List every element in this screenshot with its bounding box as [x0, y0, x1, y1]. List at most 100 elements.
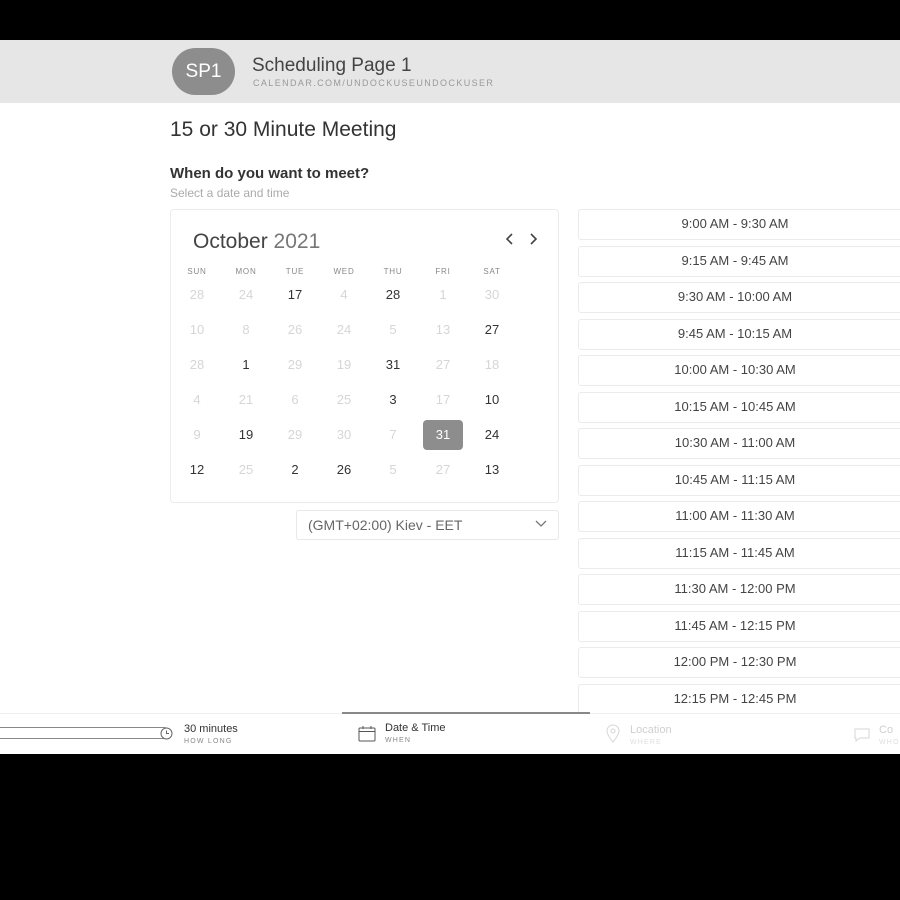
calendar-day: 30	[336, 427, 352, 442]
calendar-day[interactable]: 31	[373, 350, 413, 380]
step-location-sub: WHERE	[630, 739, 663, 746]
time-slot-label: 10:15 AM - 10:45 AM	[674, 398, 796, 414]
question-hint: Select a date and time	[170, 186, 290, 200]
calendar-day: 10	[189, 322, 205, 337]
calendar-day: 27	[435, 357, 451, 372]
weekday-header: FRI	[435, 267, 451, 276]
time-slot-button[interactable]: 11:15 AM - 11:45 AM	[578, 537, 900, 569]
step-contact-title[interactable]: Co	[879, 724, 893, 736]
calendar-day: 18	[484, 357, 500, 372]
time-slot-label: 9:30 AM - 10:00 AM	[677, 289, 793, 304]
time-slot-button[interactable]: 11:45 AM - 12:15 PM	[578, 610, 900, 642]
weekday-header: WED	[333, 267, 355, 276]
time-slot-button[interactable]: 10:00 AM - 10:30 AM	[578, 355, 900, 386]
time-slot-label: 9:45 AM - 10:15 AM	[677, 325, 793, 341]
timezone-select[interactable]: (GMT+02:00) Kiev - EET	[296, 510, 559, 540]
calendar-day: 8	[242, 322, 250, 337]
calendar-day[interactable]: 19	[226, 420, 266, 450]
step-location-title[interactable]: Location	[630, 724, 672, 736]
calendar-day: 30	[484, 287, 500, 302]
time-slot-label: 9:00 AM - 9:30 AM	[681, 216, 789, 231]
timezone-label: (GMT+02:00) Kiev - EET	[308, 517, 463, 533]
time-slot-button[interactable]: 9:30 AM - 10:00 AM	[578, 282, 900, 313]
time-slot-button[interactable]: 10:30 AM - 11:00 AM	[578, 428, 900, 459]
time-slot-button[interactable]: 10:15 AM - 10:45 AM	[578, 391, 900, 423]
calendar-month: October	[193, 230, 268, 253]
calendar-day: 24	[336, 322, 352, 337]
time-slot-button[interactable]: 11:00 AM - 11:30 AM	[578, 501, 900, 532]
calendar-day[interactable]: 27	[472, 315, 512, 345]
time-slot-label: 12:00 PM - 12:30 PM	[673, 654, 797, 669]
time-slot-button[interactable]: 10:45 AM - 11:15 AM	[578, 464, 900, 496]
scheduling-window: SP1 Scheduling Page 1 CALENDAR.COM/UNDOC…	[0, 40, 900, 754]
time-slot-label: 10:30 AM - 11:00 AM	[674, 435, 796, 450]
calendar-day-selected[interactable]: 31	[423, 420, 463, 450]
clock-icon	[160, 727, 173, 740]
calendar-day: 24	[238, 287, 254, 302]
chat-icon	[853, 727, 871, 748]
weekday-header: MON	[235, 267, 257, 276]
active-step-indicator	[342, 712, 590, 714]
booking-steps: 30 minutes HOW LONG Date & Time WHEN Loc…	[0, 712, 900, 754]
calendar-day[interactable]: 2	[275, 455, 315, 485]
location-pin-icon	[605, 724, 621, 748]
time-slot-button[interactable]: 9:45 AM - 10:15 AM	[578, 318, 900, 350]
chevron-left-icon[interactable]	[505, 232, 515, 251]
calendar-day: 1	[439, 287, 447, 302]
time-slot-button[interactable]: 9:00 AM - 9:30 AM	[578, 209, 900, 240]
step-duration-sub: HOW LONG	[184, 738, 233, 745]
calendar-day: 9	[193, 427, 201, 442]
calendar-day[interactable]: 26	[324, 455, 364, 485]
step-contact-sub: WHO	[879, 739, 900, 746]
duration-slider-track[interactable]	[0, 727, 170, 739]
time-slot-button[interactable]: 12:00 PM - 12:30 PM	[578, 647, 900, 678]
calendar-day: 5	[389, 322, 397, 337]
calendar-day: 25	[336, 392, 352, 407]
calendar-day: 7	[389, 427, 397, 442]
time-slot-label: 9:15 AM - 9:45 AM	[681, 252, 789, 268]
calendar-day[interactable]: 13	[472, 455, 512, 485]
time-slot-button[interactable]: 9:15 AM - 9:45 AM	[578, 245, 900, 277]
calendar-day[interactable]: 3	[373, 385, 413, 415]
calendar-day[interactable]: 10	[472, 385, 512, 415]
step-datetime-title[interactable]: Date & Time	[385, 722, 446, 734]
calendar-day: 21	[238, 392, 254, 407]
calendar-icon	[358, 725, 376, 747]
weekday-header: THU	[383, 267, 403, 276]
time-slot-label: 11:30 AM - 12:00 PM	[674, 581, 796, 596]
chevron-down-icon	[534, 516, 548, 533]
calendar-day[interactable]: 17	[275, 280, 315, 310]
calendar-day[interactable]: 24	[472, 420, 512, 450]
calendar-day: 28	[189, 287, 205, 302]
calendar-day[interactable]: 1	[226, 350, 266, 380]
time-slot-label: 10:00 AM - 10:30 AM	[674, 362, 796, 377]
time-slot-label: 12:15 PM - 12:45 PM	[673, 690, 797, 706]
page-url[interactable]: CALENDAR.COM/UNDOCKUSEUNDOCKUSER	[253, 78, 494, 88]
calendar-day: 17	[435, 392, 451, 407]
page-name: Scheduling Page 1	[252, 55, 412, 76]
calendar-day[interactable]: 12	[177, 455, 217, 485]
calendar-day: 5	[389, 462, 397, 477]
calendar-day: 27	[435, 462, 451, 477]
time-slot-label: 11:15 AM - 11:45 AM	[675, 544, 795, 560]
calendar-day: 29	[287, 357, 303, 372]
time-slot-label: 10:45 AM - 11:15 AM	[674, 471, 796, 487]
calendar-year: 2021	[273, 230, 321, 253]
avatar: SP1	[172, 48, 235, 95]
calendar-month-label: October 2021	[193, 230, 320, 254]
weekday-header: SUN	[187, 267, 207, 276]
calendar-day: 4	[340, 287, 348, 302]
question-heading: When do you want to meet?	[170, 165, 370, 182]
chevron-right-icon[interactable]	[528, 232, 538, 251]
calendar-day: 6	[291, 392, 299, 407]
step-duration-title[interactable]: 30 minutes	[184, 723, 238, 735]
page-header: SP1 Scheduling Page 1 CALENDAR.COM/UNDOC…	[0, 40, 900, 103]
date-picker: October 2021 SUN MON TUE WED THU FRI SAT 28 24 17…	[170, 209, 559, 503]
calendar-day: 4	[193, 392, 201, 407]
time-slot-button[interactable]: 12:15 PM - 12:45 PM	[578, 683, 900, 715]
calendar-day[interactable]: 28	[373, 280, 413, 310]
time-slot-button[interactable]: 11:30 AM - 12:00 PM	[578, 574, 900, 605]
calendar-day: 25	[238, 462, 254, 477]
calendar-day: 29	[287, 427, 303, 442]
weekday-header: TUE	[285, 267, 305, 276]
